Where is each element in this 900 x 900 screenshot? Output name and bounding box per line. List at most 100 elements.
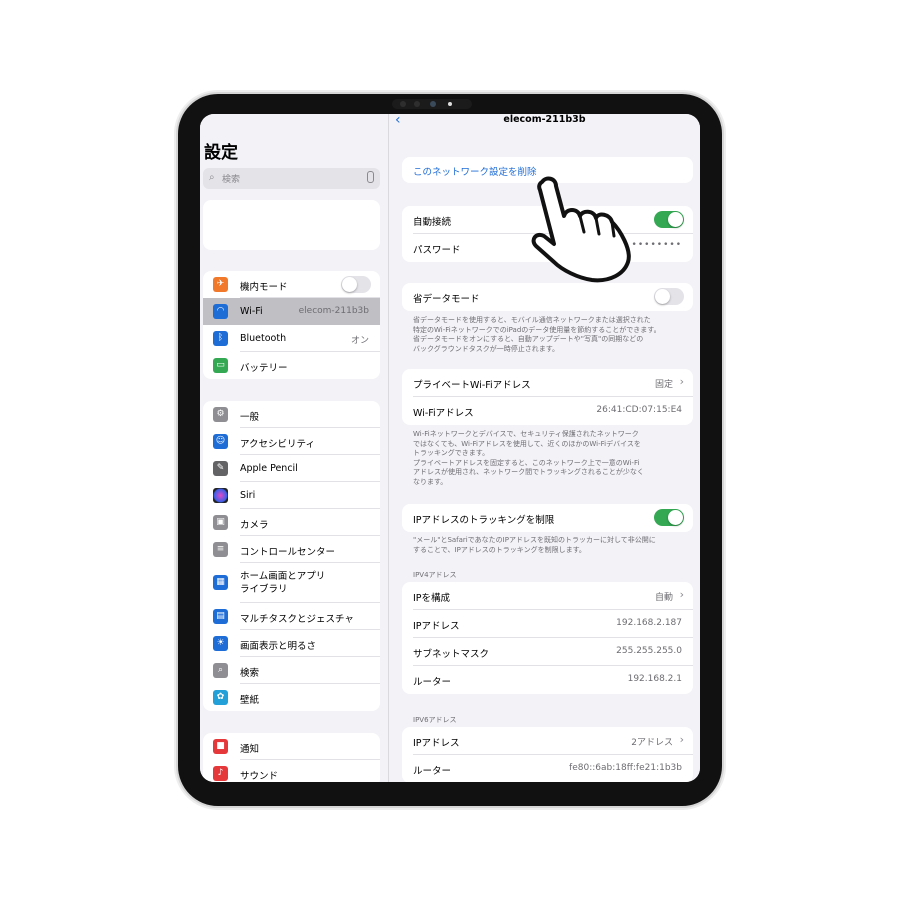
address-group: プライベートWi-Fiアドレス 固定 › Wi-Fiアドレス 26:41:CD:… bbox=[402, 369, 693, 425]
sidebar-item-label: マルチタスクとジェスチャ bbox=[240, 614, 354, 625]
low-data-toggle[interactable] bbox=[654, 288, 684, 305]
sidebar-item-multitasking[interactable]: ▤ マルチタスクとジェスチャ bbox=[203, 603, 380, 630]
subnet-mask-row: サブネットマスク 255.255.255.0 bbox=[402, 638, 693, 666]
indicator-dot bbox=[448, 102, 452, 106]
limit-tracking-label: IPアドレスのトラッキングを制限 bbox=[413, 515, 555, 526]
tracking-group: IPアドレスのトラッキングを制限 bbox=[402, 504, 693, 532]
subnet-mask-label: サブネットマスク bbox=[413, 649, 490, 660]
ipv4-address-row: IPアドレス 192.168.2.187 bbox=[402, 610, 693, 638]
battery-icon: ▭ bbox=[213, 358, 228, 373]
private-address-label: プライベートWi-Fiアドレス bbox=[413, 380, 531, 391]
ipv4-group: IPを構成 自動 › IPアドレス 192.168.2.187 サブネットマスク… bbox=[402, 582, 693, 694]
sidebar-item-label: 壁紙 bbox=[240, 695, 260, 706]
private-address-value: 固定 bbox=[654, 380, 673, 390]
accessibility-icon: ☺ bbox=[213, 434, 228, 449]
sidebar-item-notifications[interactable]: ■ 通知 bbox=[203, 733, 380, 760]
ipv6-group: IPアドレス 2アドレス › ルーター fe80::6ab:18ff:fe21:… bbox=[402, 727, 693, 782]
sidebar-item-label: 通知 bbox=[240, 744, 260, 755]
wifi-address-value: 26:41:CD:07:15:E4 bbox=[596, 405, 682, 415]
wifi-address-label: Wi-Fiアドレス bbox=[413, 408, 474, 419]
sidebar-item-label: Apple Pencil bbox=[240, 463, 298, 474]
bluetooth-icon: ᛒ bbox=[213, 331, 228, 346]
sidebar-item-camera[interactable]: ▣ カメラ bbox=[203, 509, 380, 536]
limit-tracking-toggle[interactable] bbox=[654, 509, 684, 526]
sidebar-item-battery[interactable]: ▭ バッテリー bbox=[203, 352, 380, 379]
sidebar-item-label: Bluetooth bbox=[240, 333, 287, 344]
ipv4-header: IPV4アドレス bbox=[413, 571, 457, 579]
sidebar-item-value: elecom-211b3b bbox=[298, 306, 369, 316]
sidebar-item-label: サウンド bbox=[240, 771, 279, 782]
ip-configure-row[interactable]: IPを構成 自動 › bbox=[402, 582, 693, 610]
sidebar-item-siri[interactable]: Siri bbox=[203, 482, 380, 509]
sound-icon: ♪ bbox=[213, 766, 228, 781]
ipv6-router-value: fe80::6ab:18ff:fe21:1b3b bbox=[569, 763, 682, 773]
camera-bar bbox=[392, 99, 472, 109]
gear-icon: ⚙ bbox=[213, 407, 228, 422]
sidebar-item-search[interactable]: ⌕ 検索 bbox=[203, 657, 380, 684]
multitask-icon: ▤ bbox=[213, 609, 228, 624]
sidebar-item-label: 検索 bbox=[240, 668, 260, 679]
sidebar-item-label: Wi-Fi bbox=[240, 306, 263, 317]
ipv4-address-label: IPアドレス bbox=[413, 621, 460, 632]
search-placeholder: 検索 bbox=[222, 175, 241, 185]
front-camera bbox=[430, 101, 436, 107]
sidebar-item-wallpaper[interactable]: ✿ 壁紙 bbox=[203, 684, 380, 711]
sidebar-group-notifications: ■ 通知 ♪ サウンド bbox=[203, 733, 380, 782]
sensor-dot bbox=[400, 101, 406, 107]
limit-tracking-row: IPアドレスのトラッキングを制限 bbox=[402, 504, 693, 532]
pencil-icon: ✎ bbox=[213, 461, 228, 476]
sidebar-item-bluetooth[interactable]: ᛒ Bluetooth オン bbox=[203, 325, 380, 352]
tracking-note: "メール"とSafariであなたのIPアドレスを既知のトラッカーに対して非公開に… bbox=[413, 536, 656, 554]
sidebar-item-label: Siri bbox=[240, 490, 256, 501]
sidebar-item-control-center[interactable]: ≡ コントロールセンター bbox=[203, 536, 380, 563]
sidebar-item-home-screen[interactable]: ▦ ホーム画面とアプリ ライブラリ bbox=[203, 563, 380, 603]
router-label: ルーター bbox=[413, 677, 452, 688]
sidebar-item-label: コントロールセンター bbox=[240, 547, 336, 558]
sidebar-item-general[interactable]: ⚙ 一般 bbox=[203, 401, 380, 428]
sidebar-item-label: 画面表示と明るさ bbox=[240, 641, 317, 652]
sidebar-item-wifi[interactable]: ◠ Wi-Fi elecom-211b3b bbox=[203, 298, 380, 325]
sidebar-item-value: オン bbox=[350, 336, 369, 346]
ip-configure-label: IPを構成 bbox=[413, 593, 451, 604]
sidebar-item-apple-pencil[interactable]: ✎ Apple Pencil bbox=[203, 455, 380, 482]
wifi-address-row: Wi-Fiアドレス 26:41:CD:07:15:E4 bbox=[402, 397, 693, 425]
sidebar-item-label: アクセシビリティ bbox=[240, 439, 315, 450]
pointing-hand-icon bbox=[531, 176, 631, 283]
camera-icon: ▣ bbox=[213, 515, 228, 530]
chevron-right-icon: › bbox=[679, 588, 684, 601]
sidebar-group-general: ⚙ 一般 ☺ アクセシビリティ ✎ Apple Pencil Siri ▣ カメ… bbox=[203, 401, 380, 711]
sidebar-item-label: 機内モード bbox=[240, 282, 288, 293]
sidebar-item-label: 一般 bbox=[240, 412, 260, 423]
airplane-icon: ✈ bbox=[213, 277, 228, 292]
sidebar-item-sounds[interactable]: ♪ サウンド bbox=[203, 760, 380, 782]
siri-icon bbox=[213, 488, 228, 503]
search-icon: ⌕ bbox=[209, 172, 215, 183]
sidebar-item-display-brightness[interactable]: ☀ 画面表示と明るさ bbox=[203, 630, 380, 657]
network-title: elecom-211b3b bbox=[503, 114, 586, 125]
ip-configure-value: 自動 bbox=[654, 593, 673, 603]
ipv6-header: IPV6アドレス bbox=[413, 716, 457, 724]
chevron-right-icon: › bbox=[679, 375, 684, 388]
control-center-icon: ≡ bbox=[213, 542, 228, 557]
chevron-right-icon: › bbox=[679, 733, 684, 746]
router-value: 192.168.2.1 bbox=[627, 674, 682, 684]
ipv6-address-row[interactable]: IPアドレス 2アドレス › bbox=[402, 727, 693, 755]
sidebar-item-label: ホーム画面とアプリ ライブラリ bbox=[240, 571, 326, 595]
subnet-mask-value: 255.255.255.0 bbox=[616, 646, 682, 656]
ipv4-address-value: 192.168.2.187 bbox=[616, 618, 682, 628]
private-address-row[interactable]: プライベートWi-Fiアドレス 固定 › bbox=[402, 369, 693, 397]
ipv6-router-row: ルーター fe80::6ab:18ff:fe21:1b3b bbox=[402, 755, 693, 782]
search-icon: ⌕ bbox=[213, 663, 228, 678]
notification-icon: ■ bbox=[213, 739, 228, 754]
sidebar-item-accessibility[interactable]: ☺ アクセシビリティ bbox=[203, 428, 380, 455]
sidebar-title: 設定 bbox=[204, 143, 238, 163]
wifi-address-note: Wi-Fiネットワークとデバイスで、セキュリティ保護されたネットワーク ではなくて… bbox=[413, 430, 644, 486]
wifi-icon: ◠ bbox=[213, 304, 228, 319]
low-data-note: 省データモードを使用すると、モバイル通信ネットワークまたは選択された 特定のWi-… bbox=[413, 316, 661, 353]
brightness-icon: ☀ bbox=[213, 636, 228, 651]
auto-join-toggle[interactable] bbox=[654, 211, 684, 228]
wallpaper-icon: ✿ bbox=[213, 690, 228, 705]
ipv6-router-label: ルーター bbox=[413, 766, 452, 777]
home-screen-icon: ▦ bbox=[213, 575, 228, 590]
sidebar-item-label: バッテリー bbox=[240, 363, 288, 374]
